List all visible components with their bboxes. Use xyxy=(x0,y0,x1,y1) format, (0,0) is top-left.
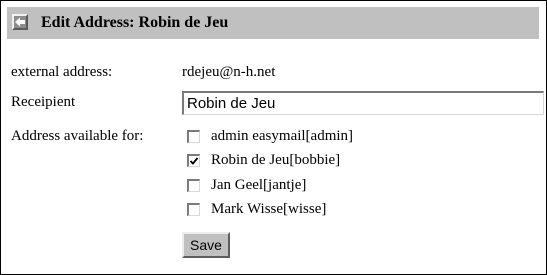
option-bobbie-label: Robin de Jeu[bobbie] xyxy=(211,152,341,168)
back-arrow-icon[interactable] xyxy=(12,14,28,30)
option-admin-label: admin easymail[admin] xyxy=(211,128,354,144)
page-title: Edit Address: Robin de Jeu xyxy=(41,14,229,31)
option-wisse-checkbox[interactable] xyxy=(187,203,200,216)
external-address-label: external address: xyxy=(11,64,113,80)
title-bar: Edit Address: Robin de Jeu xyxy=(7,7,539,39)
recipient-label: Receipient xyxy=(11,94,76,110)
check-mark-icon xyxy=(189,157,199,165)
option-jantje-checkbox[interactable] xyxy=(187,179,200,192)
option-bobbie-checkbox[interactable] xyxy=(187,154,200,167)
option-wisse-label: Mark Wisse[wisse] xyxy=(211,201,327,217)
option-admin-checkbox[interactable] xyxy=(187,130,200,143)
external-address-value: rdejeu@n-h.net xyxy=(182,64,276,80)
back-arrow-glyph xyxy=(15,17,25,27)
edit-address-panel: Edit Address: Robin de Jeu external addr… xyxy=(0,0,547,275)
available-for-label: Address available for: xyxy=(11,128,144,144)
recipient-input[interactable] xyxy=(182,91,544,115)
option-jantje-label: Jan Geel[jantje] xyxy=(211,177,307,193)
save-button[interactable]: Save xyxy=(182,232,230,258)
